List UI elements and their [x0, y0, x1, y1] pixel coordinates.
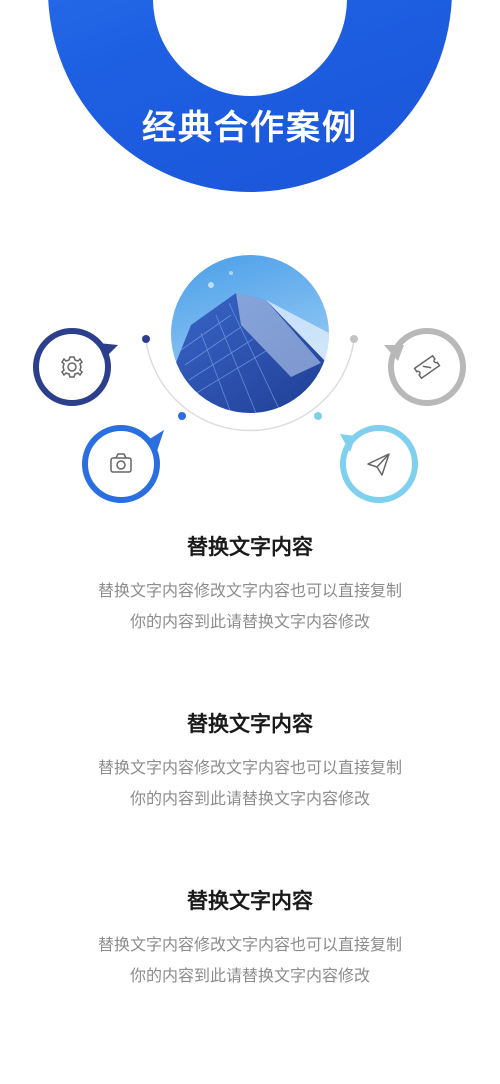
page-title: 经典合作案例 — [142, 108, 358, 148]
ticket-badge — [384, 328, 466, 406]
section-description: 替换文字内容修改文字内容也可以直接复制 你的内容到此请替换文字内容修改 — [0, 752, 500, 814]
section-title: 替换文字内容 — [187, 712, 313, 736]
section-line-1: 替换文字内容修改文字内容也可以直接复制 — [97, 581, 402, 600]
arc-dot-cyan — [314, 412, 322, 420]
content-section-1: 替换文字内容 替换文字内容修改文字内容也可以直接复制 你的内容到此请替换文字内容… — [0, 531, 500, 637]
section-title: 替换文字内容 — [187, 889, 313, 913]
case-diagram — [0, 240, 500, 510]
arc-dot-gray — [350, 335, 358, 343]
camera-badge — [82, 425, 164, 503]
building-photo — [171, 255, 329, 413]
section-line-2: 你的内容到此请替换文字内容修改 — [129, 612, 370, 631]
gear-badge — [33, 328, 118, 406]
section-line-2: 你的内容到此请替换文字内容修改 — [129, 789, 370, 808]
arc-dot-navy — [142, 335, 150, 343]
section-line-1: 替换文字内容修改文字内容也可以直接复制 — [97, 758, 402, 777]
section-line-2: 你的内容到此请替换文字内容修改 — [129, 966, 370, 985]
content-section-3: 替换文字内容 替换文字内容修改文字内容也可以直接复制 你的内容到此请替换文字内容… — [0, 885, 500, 991]
paper-plane-badge — [340, 425, 418, 503]
arc-dot-blue — [178, 412, 186, 420]
section-description: 替换文字内容修改文字内容也可以直接复制 你的内容到此请替换文字内容修改 — [0, 929, 500, 991]
hero-banner: 经典合作案例 — [0, 0, 500, 200]
section-description: 替换文字内容修改文字内容也可以直接复制 你的内容到此请替换文字内容修改 — [0, 575, 500, 637]
section-line-1: 替换文字内容修改文字内容也可以直接复制 — [97, 935, 402, 954]
section-title: 替换文字内容 — [187, 535, 313, 559]
content-section-2: 替换文字内容 替换文字内容修改文字内容也可以直接复制 你的内容到此请替换文字内容… — [0, 708, 500, 814]
